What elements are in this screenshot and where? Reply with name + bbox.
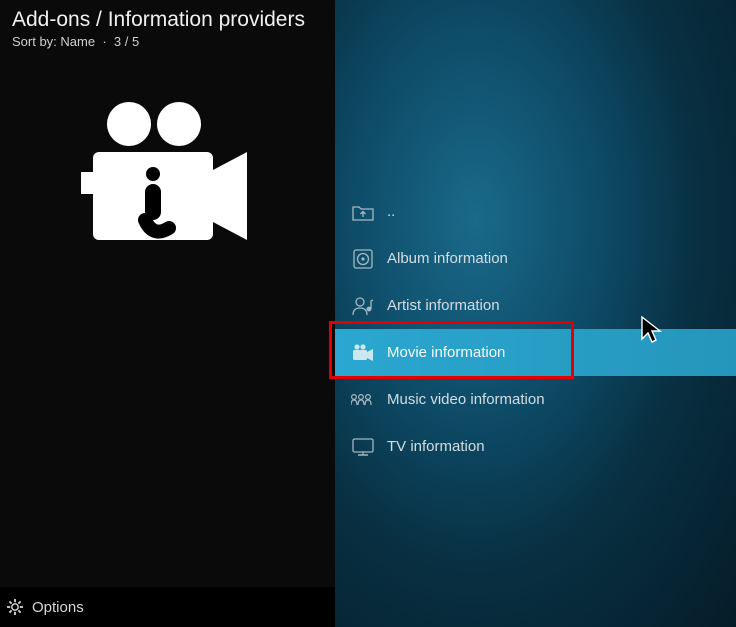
footer-bar: Options	[0, 587, 335, 627]
separator: ·	[102, 34, 106, 49]
list-item-artist[interactable]: Artist information	[335, 282, 736, 329]
addon-list: .. Album information	[335, 188, 736, 470]
info-camera-icon	[75, 100, 255, 275]
list-item-label: Music video information	[387, 391, 545, 408]
album-icon	[351, 248, 375, 270]
page-title: Add-ons / Information providers	[12, 8, 323, 32]
list-item-tv[interactable]: TV information	[335, 423, 736, 470]
list-item-album[interactable]: Album information	[335, 235, 736, 282]
list-item-parent[interactable]: ..	[335, 188, 736, 235]
movie-icon	[351, 342, 375, 364]
list-item-label: TV information	[387, 438, 485, 455]
tv-icon	[351, 436, 375, 458]
music-video-icon	[351, 389, 375, 411]
page-subtitle: Sort by: Name · 3 / 5	[12, 34, 323, 49]
list-item-label: ..	[387, 203, 395, 220]
artist-icon	[351, 295, 375, 317]
list-item-label: Movie information	[387, 344, 505, 361]
list-item-label: Artist information	[387, 297, 500, 314]
content-panel: .. Album information	[335, 0, 736, 627]
list-item-label: Album information	[387, 250, 508, 267]
left-panel: Add-ons / Information providers Sort by:…	[0, 0, 335, 627]
header: Add-ons / Information providers Sort by:…	[12, 8, 323, 49]
options-button[interactable]: Options	[32, 599, 84, 616]
list-item-music-video[interactable]: Music video information	[335, 376, 736, 423]
position-counter: 3 / 5	[114, 34, 139, 49]
folder-up-icon	[351, 201, 375, 223]
options-icon	[6, 598, 24, 616]
list-item-movie[interactable]: Movie information	[335, 329, 736, 376]
sort-label[interactable]: Sort by: Name	[12, 34, 95, 49]
